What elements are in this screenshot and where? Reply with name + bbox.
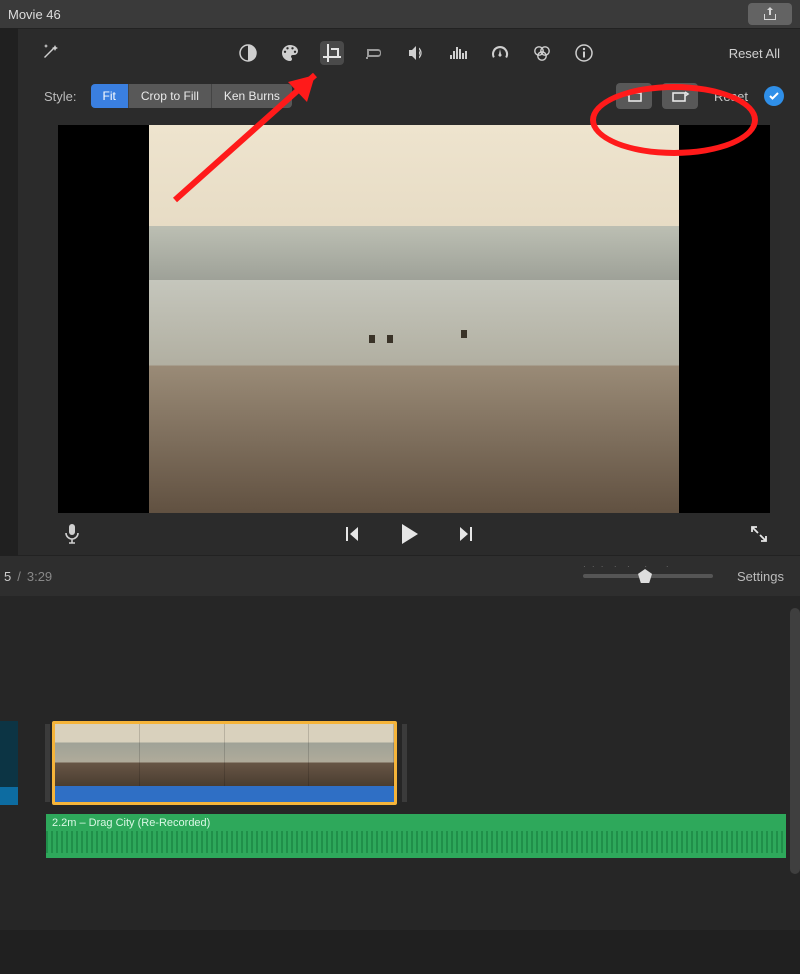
palette-icon [280, 43, 300, 63]
zoom-ticks: · · · · · · · [583, 562, 713, 571]
crop-style-bar: Style: Fit Crop to Fill Ken Burns Reset [18, 77, 800, 119]
crop-reset-button[interactable]: Reset [708, 89, 754, 104]
enhance-button[interactable] [38, 39, 62, 63]
zoom-slider[interactable]: · · · · · · · [583, 574, 713, 578]
share-button[interactable] [748, 3, 792, 25]
speedometer-icon [490, 43, 510, 63]
color-correction-button[interactable] [278, 41, 302, 65]
volume-button[interactable] [404, 41, 428, 65]
volume-icon [406, 43, 426, 63]
apply-button[interactable] [764, 86, 784, 106]
rotate-cw-icon [669, 88, 691, 104]
noise-reduction-button[interactable] [446, 41, 470, 65]
next-button[interactable] [456, 524, 476, 544]
audio-track[interactable]: 2.2m – Drag City (Re-Recorded) [46, 814, 786, 858]
preview-image [149, 125, 679, 513]
play-icon [396, 521, 422, 547]
magic-wand-icon [40, 41, 60, 61]
crop-icon [322, 43, 342, 63]
total-duration: 3:29 [27, 569, 52, 584]
settings-button[interactable]: Settings [737, 569, 784, 584]
checkmark-icon [768, 90, 780, 102]
reset-all-button[interactable]: Reset All [729, 46, 780, 61]
rotate-ccw-icon [623, 88, 645, 104]
clip-fragment[interactable] [0, 721, 18, 805]
video-clip[interactable] [52, 721, 397, 805]
viewer-panel: Reset All Style: Fit Crop to Fill Ken Bu… [18, 28, 800, 556]
audio-track-label: 2.2m – Drag City (Re-Recorded) [46, 814, 786, 829]
clip-trim-handle-right[interactable] [402, 724, 407, 802]
contrast-icon [238, 43, 258, 63]
share-icon [762, 6, 778, 22]
timeline[interactable]: 2.2m – Drag City (Re-Recorded) [0, 596, 800, 930]
previous-button[interactable] [342, 524, 362, 544]
skip-forward-icon [456, 524, 476, 544]
stabilization-button[interactable] [362, 41, 386, 65]
style-label: Style: [44, 89, 77, 104]
style-ken-burns-button[interactable]: Ken Burns [212, 84, 292, 108]
style-segmented-control: Fit Crop to Fill Ken Burns [91, 84, 292, 108]
timecode-bar: 5 / 3:29 · · · · · · · Settings [0, 556, 800, 596]
expand-icon [750, 525, 768, 543]
adjustments-toolbar: Reset All [18, 29, 800, 77]
rotate-cw-button[interactable] [662, 83, 698, 109]
info-icon [574, 43, 594, 63]
clip-audio-bar [55, 786, 394, 805]
filters-button[interactable] [530, 41, 554, 65]
info-button[interactable] [572, 41, 596, 65]
style-crop-to-fill-button[interactable]: Crop to Fill [129, 84, 212, 108]
zoom-thumb[interactable] [638, 569, 652, 583]
time-separator: / [17, 569, 21, 584]
fullscreen-button[interactable] [750, 525, 768, 543]
skip-back-icon [342, 524, 362, 544]
preview-viewport[interactable] [58, 125, 770, 513]
play-button[interactable] [396, 521, 422, 547]
window-title: Movie 46 [8, 7, 61, 22]
microphone-icon [64, 523, 80, 545]
crop-button[interactable] [320, 41, 344, 65]
transport-controls [18, 521, 800, 547]
voiceover-button[interactable] [64, 523, 80, 545]
audio-waveform [46, 831, 786, 853]
style-fit-button[interactable]: Fit [91, 84, 129, 108]
timeline-scrollbar[interactable] [790, 608, 800, 874]
window-titlebar: Movie 46 [0, 0, 800, 28]
playhead-time: 5 [4, 569, 11, 584]
stabilize-icon [364, 43, 384, 63]
speed-button[interactable] [488, 41, 512, 65]
color-balance-button[interactable] [236, 41, 260, 65]
equalizer-icon [448, 43, 468, 63]
clip-thumbnails [55, 724, 394, 786]
rotate-ccw-button[interactable] [616, 83, 652, 109]
filter-icon [532, 43, 552, 63]
clip-trim-handle-left[interactable] [45, 724, 50, 802]
